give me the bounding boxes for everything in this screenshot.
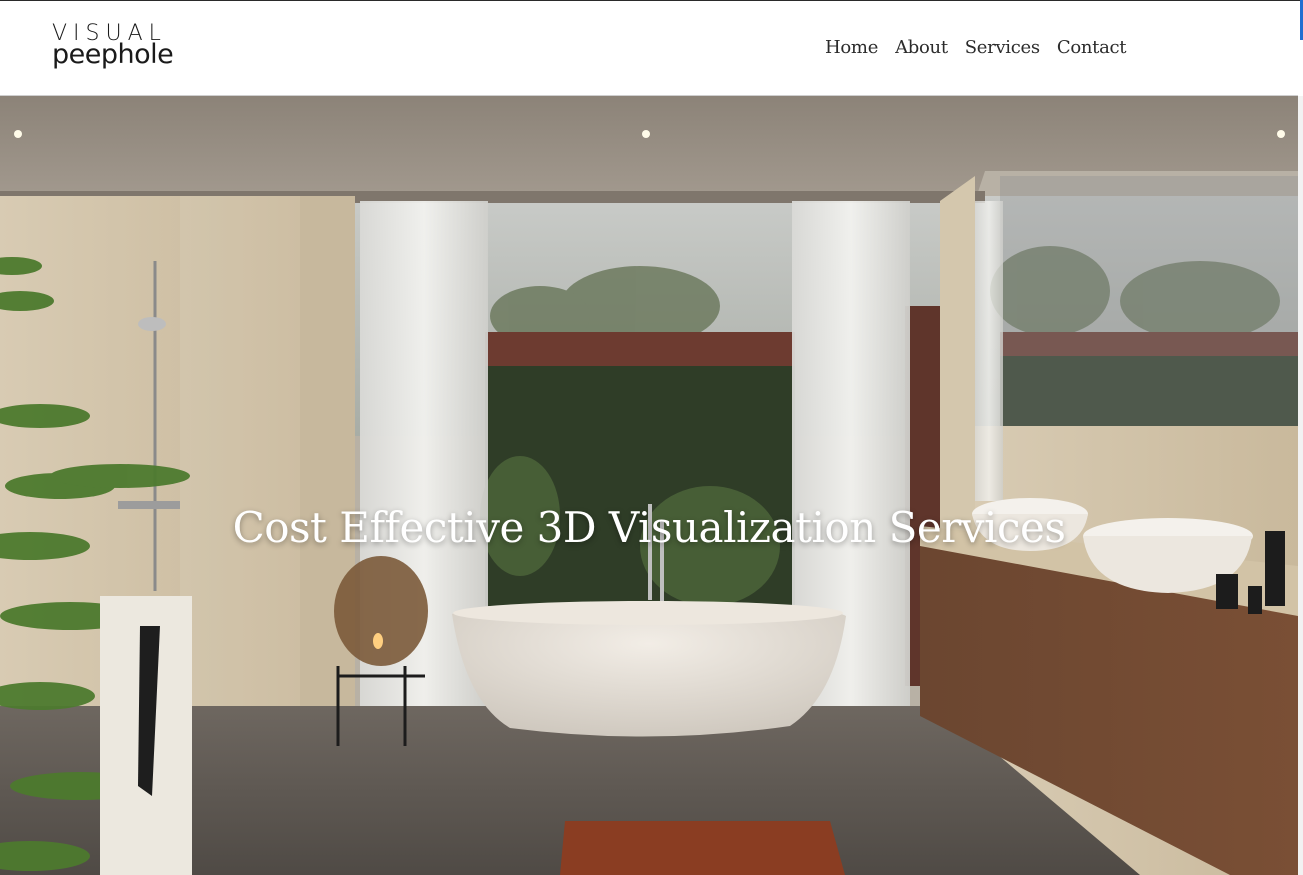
nav-about-link[interactable]: About: [895, 37, 948, 58]
nav-home-link[interactable]: Home: [825, 37, 878, 58]
nav-contact-link[interactable]: Contact: [1057, 37, 1127, 58]
hero-section: Cost Effective 3D Visualization Services: [0, 96, 1298, 875]
logo-line-2: peephole: [52, 39, 174, 70]
page-right-edge: [1298, 96, 1303, 875]
main-nav: Home About Services Contact: [825, 37, 1127, 58]
nav-services-link[interactable]: Services: [965, 37, 1040, 58]
hero-background-image: [0, 96, 1298, 875]
hero-title: Cost Effective 3D Visualization Services: [232, 503, 1066, 552]
logo[interactable]: VISUAL peephole: [52, 23, 174, 70]
site-header: VISUAL peephole Home About Services Cont…: [0, 1, 1298, 96]
